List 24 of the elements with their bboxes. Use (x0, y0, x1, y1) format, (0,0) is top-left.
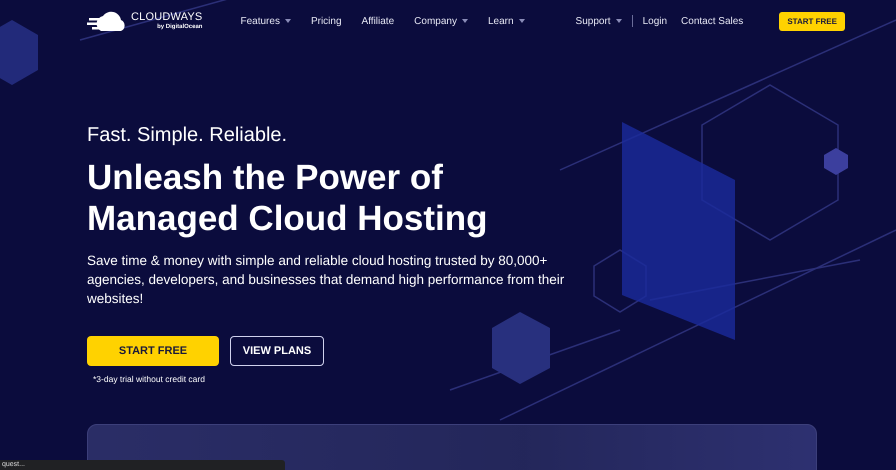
hexagon-shape (824, 148, 848, 175)
nav-link[interactable]: Features (240, 16, 291, 26)
trial-note: *3-day trial without credit card (93, 374, 206, 384)
tagline: Fast. Simple. Reliable. (87, 123, 288, 147)
nav-link[interactable]: Learn (488, 16, 525, 26)
nav-link[interactable]: Affiliate (362, 16, 394, 26)
cloud-logo-icon[interactable] (87, 10, 127, 32)
hexagon-shape (492, 312, 550, 384)
caret-icon (518, 19, 525, 23)
nav-link[interactable]: Login (642, 16, 668, 26)
view-plans-button[interactable]: VIEW PLANS (230, 336, 324, 366)
caret-icon (462, 19, 468, 23)
nav-link[interactable]: Pricing (310, 16, 342, 26)
nav-link[interactable]: Support (576, 16, 622, 26)
description: Save time & money with simple and reliable cloud hosting trusted by 80,000+ agencies, developers, and businesses that demand high performance from their websites! (87, 252, 566, 308)
caret-icon (284, 19, 291, 23)
start-free-button[interactable]: START FREE (87, 336, 219, 366)
nav-link[interactable]: Contact Sales (681, 16, 744, 26)
headline: Unleash the Power of Managed Cloud Hosting (87, 157, 489, 239)
start-free-button[interactable]: START FREE (779, 12, 845, 30)
hexagon-shape (0, 20, 38, 85)
brand-name: CLOUDWAYS (131, 11, 202, 23)
caret-icon (616, 19, 622, 23)
nav-link[interactable]: Company (414, 16, 468, 26)
